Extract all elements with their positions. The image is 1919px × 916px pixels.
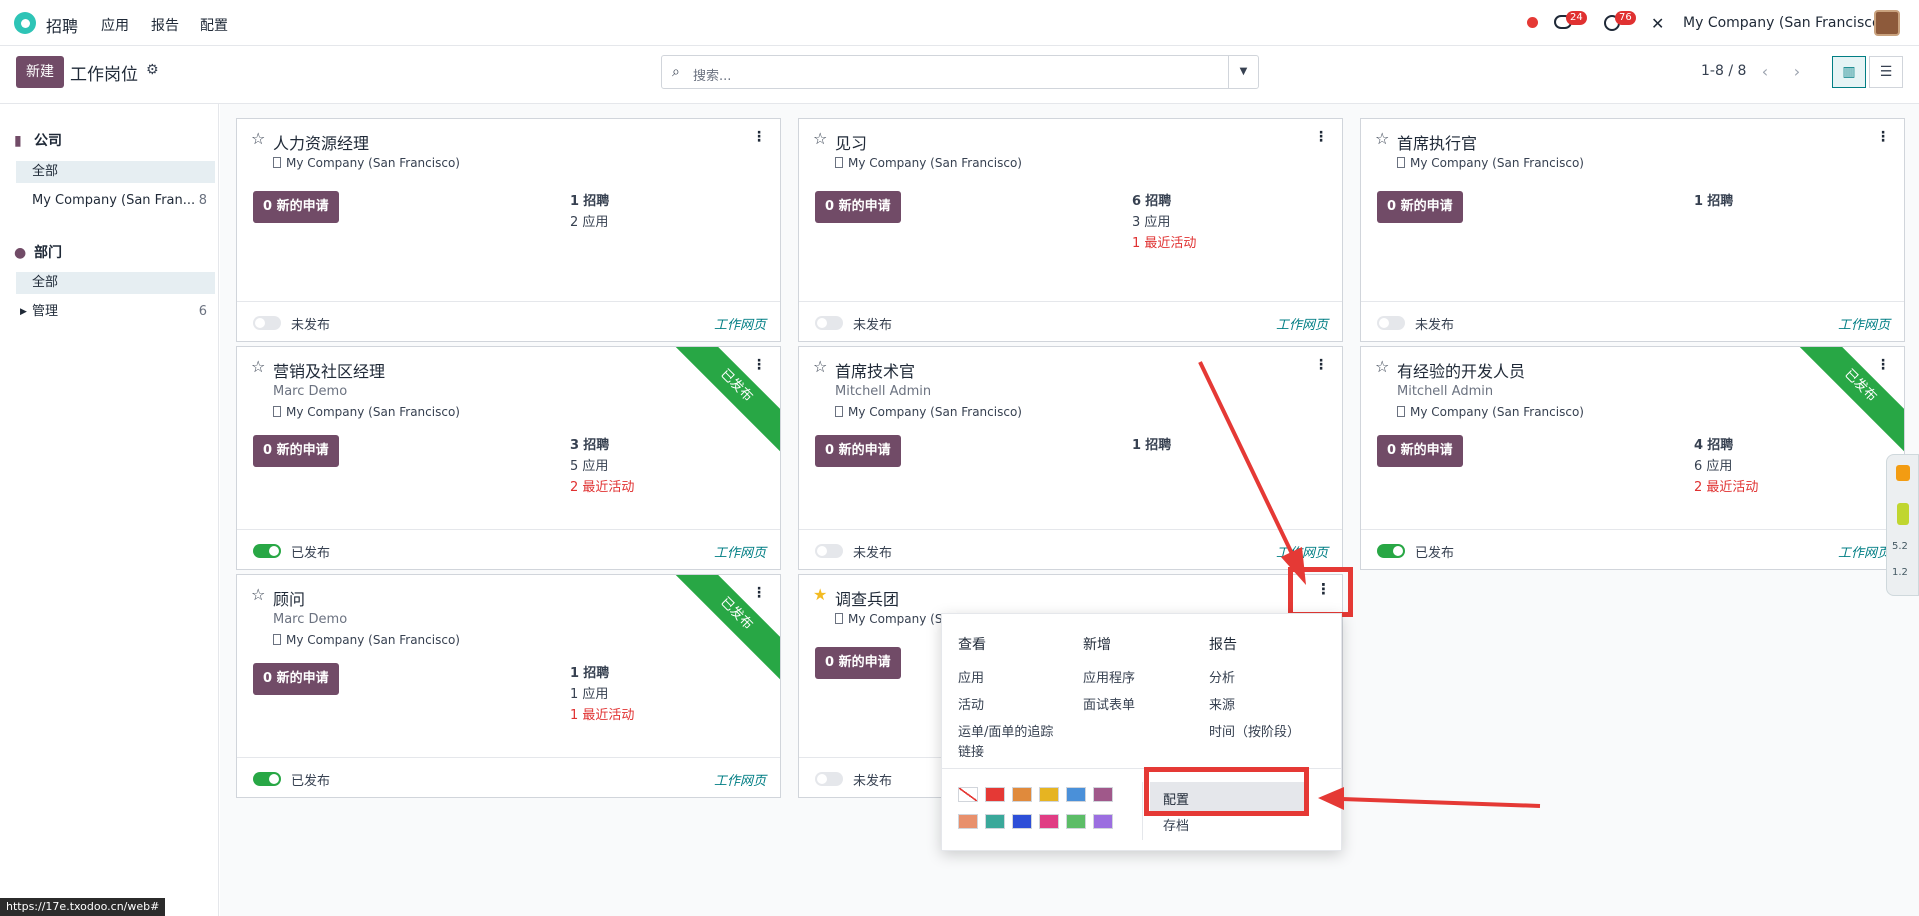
arrow-line-to-menu — [1198, 361, 1297, 561]
download-speed: 1.2 — [1892, 567, 1908, 578]
arrow-head-to-menu — [1281, 547, 1306, 585]
upload-speed: 5.2 — [1892, 541, 1908, 552]
arrow-line-to-config — [1341, 797, 1541, 808]
arrow-head-to-config — [1318, 787, 1344, 810]
status-bar-url: https://17e.txodoo.cn/web# — [0, 898, 166, 916]
annotation-arrows — [1198, 361, 1541, 810]
shield-icon — [1896, 465, 1910, 481]
network-monitor-widget[interactable]: 5.2 1.2 — [1886, 454, 1919, 596]
battery-icon — [1897, 503, 1909, 525]
